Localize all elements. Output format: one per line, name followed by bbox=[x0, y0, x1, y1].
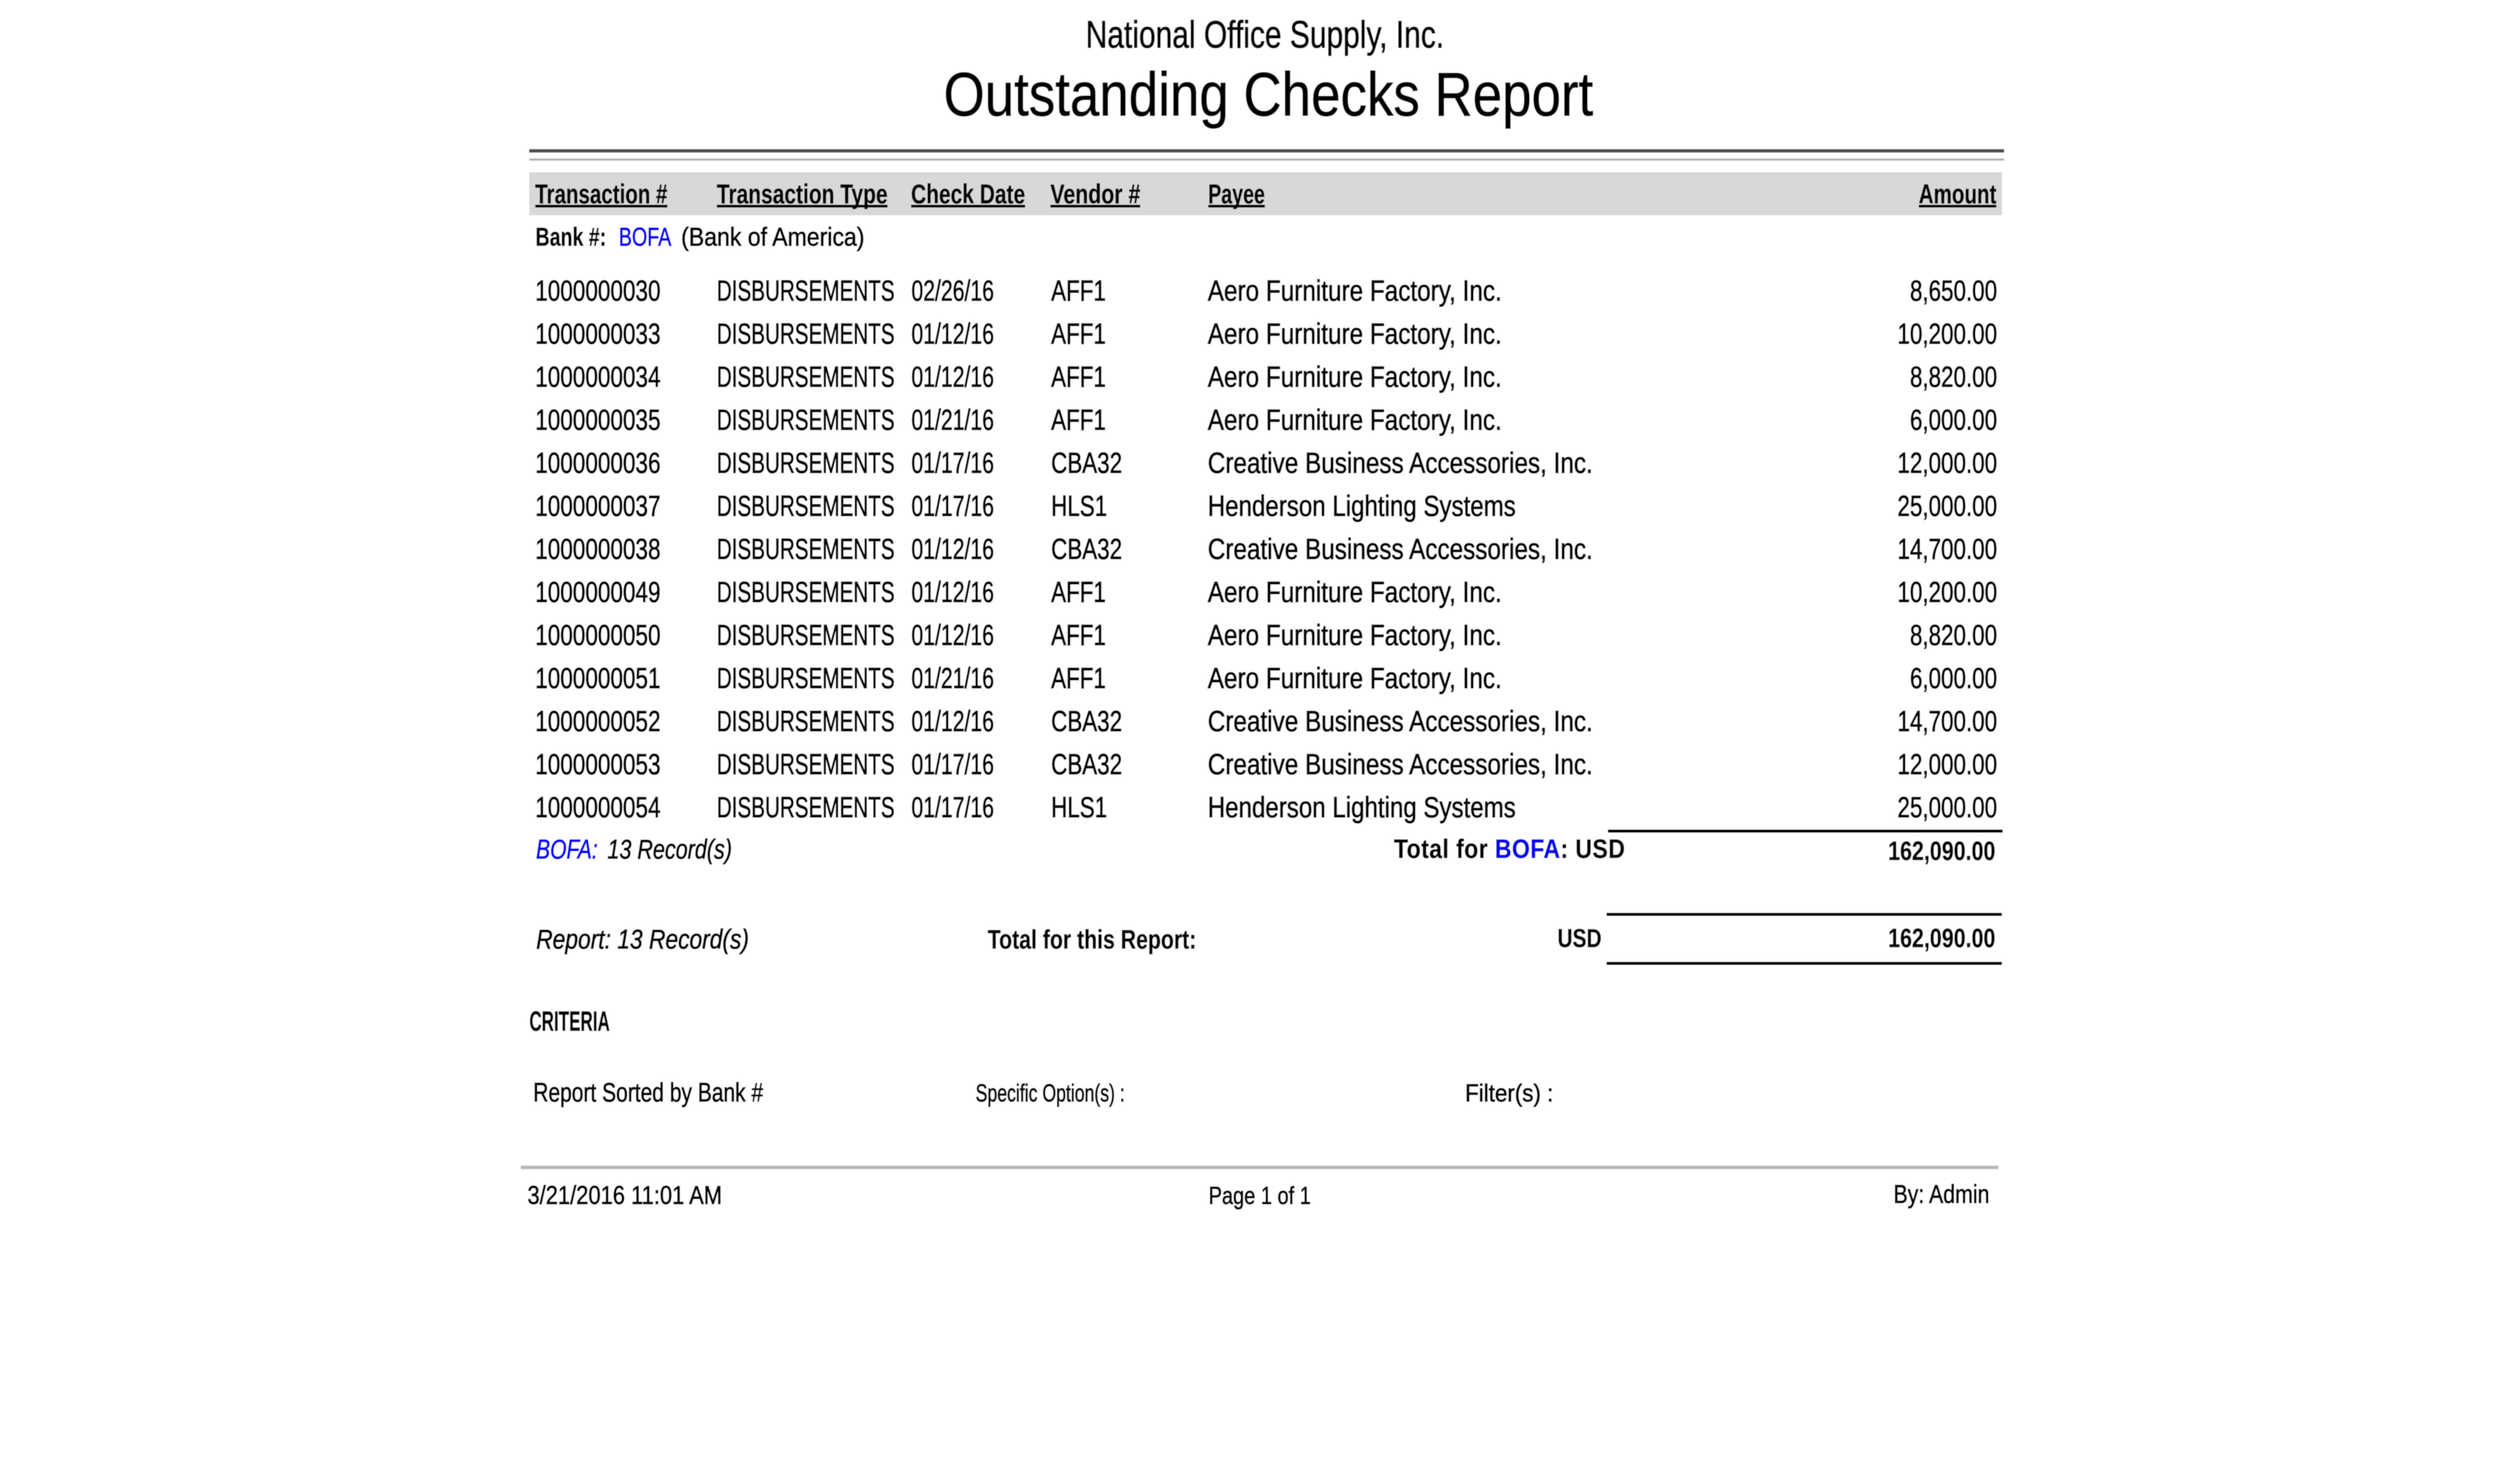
svg-text:AFF1: AFF1 bbox=[1051, 662, 1106, 694]
svg-text:DISBURSEMENTS: DISBURSEMENTS bbox=[717, 662, 895, 694]
svg-text:Aero Furniture Factory, Inc.: Aero Furniture Factory, Inc. bbox=[1208, 360, 1502, 393]
svg-text:13 Record(s): 13 Record(s) bbox=[608, 834, 732, 864]
svg-text:1000000033: 1000000033 bbox=[536, 317, 661, 350]
svg-text:CBA32: CBA32 bbox=[1051, 748, 1122, 780]
svg-text:Filter(s) :: Filter(s) : bbox=[1465, 1079, 1553, 1107]
svg-text:8,650.00: 8,650.00 bbox=[1910, 274, 1997, 307]
svg-text:1000000038: 1000000038 bbox=[536, 532, 661, 565]
svg-text:Aero Furniture Factory, Inc.: Aero Furniture Factory, Inc. bbox=[1208, 662, 1502, 694]
svg-text:01/12/16: 01/12/16 bbox=[911, 360, 994, 393]
svg-text:1000000051: 1000000051 bbox=[536, 662, 661, 694]
svg-text:01/12/16: 01/12/16 bbox=[911, 532, 994, 565]
svg-text:25,000.00: 25,000.00 bbox=[1898, 489, 1997, 522]
svg-text:1000000030: 1000000030 bbox=[536, 274, 661, 307]
svg-text:6,000.00: 6,000.00 bbox=[1910, 403, 1997, 436]
svg-text:1000000053: 1000000053 bbox=[536, 748, 661, 780]
svg-text:DISBURSEMENTS: DISBURSEMENTS bbox=[717, 704, 895, 737]
svg-text:Outstanding Checks Report: Outstanding Checks Report bbox=[944, 61, 1593, 129]
svg-text:DISBURSEMENTS: DISBURSEMENTS bbox=[717, 403, 895, 436]
svg-text:1000000037: 1000000037 bbox=[536, 489, 661, 522]
svg-text:DISBURSEMENTS: DISBURSEMENTS bbox=[717, 489, 895, 522]
svg-text:1000000052: 1000000052 bbox=[536, 704, 661, 737]
svg-text:DISBURSEMENTS: DISBURSEMENTS bbox=[717, 575, 895, 608]
svg-text:Specific Option(s) :: Specific Option(s) : bbox=[976, 1079, 1125, 1107]
svg-text:01/17/16: 01/17/16 bbox=[911, 790, 994, 823]
svg-text:Aero Furniture Factory, Inc.: Aero Furniture Factory, Inc. bbox=[1208, 274, 1502, 307]
svg-text:Aero Furniture Factory, Inc.: Aero Furniture Factory, Inc. bbox=[1208, 317, 1502, 350]
svg-text:14,700.00: 14,700.00 bbox=[1898, 704, 1997, 737]
svg-text:Aero Furniture Factory, Inc.: Aero Furniture Factory, Inc. bbox=[1208, 618, 1502, 651]
svg-text:6,000.00: 6,000.00 bbox=[1910, 662, 1997, 694]
svg-text:Aero Furniture Factory, Inc.: Aero Furniture Factory, Inc. bbox=[1208, 403, 1502, 436]
svg-text:CRITERIA: CRITERIA bbox=[529, 1007, 610, 1037]
svg-text:AFF1: AFF1 bbox=[1051, 274, 1106, 307]
svg-text:DISBURSEMENTS: DISBURSEMENTS bbox=[717, 748, 895, 780]
svg-text:HLS1: HLS1 bbox=[1051, 489, 1107, 522]
svg-text:AFF1: AFF1 bbox=[1051, 317, 1106, 350]
svg-text:162,090.00: 162,090.00 bbox=[1888, 924, 1995, 953]
svg-text:Henderson Lighting Systems: Henderson Lighting Systems bbox=[1208, 790, 1516, 823]
svg-text:DISBURSEMENTS: DISBURSEMENTS bbox=[717, 360, 895, 393]
svg-text:(Bank of America): (Bank of America) bbox=[681, 223, 864, 252]
svg-text:Total for this Report:: Total for this Report: bbox=[988, 925, 1196, 955]
svg-text:01/17/16: 01/17/16 bbox=[911, 489, 994, 522]
svg-text:BOFA:: BOFA: bbox=[536, 834, 598, 864]
svg-text:02/26/16: 02/26/16 bbox=[911, 274, 994, 307]
svg-text:01/21/16: 01/21/16 bbox=[911, 403, 994, 436]
svg-text:Report: 13 Record(s): Report: 13 Record(s) bbox=[536, 925, 749, 955]
svg-text:DISBURSEMENTS: DISBURSEMENTS bbox=[717, 532, 895, 565]
svg-text:1000000049: 1000000049 bbox=[536, 575, 661, 608]
svg-text:1000000036: 1000000036 bbox=[536, 446, 661, 479]
svg-text:Report Sorted by Bank #: Report Sorted by Bank # bbox=[533, 1078, 763, 1107]
svg-text:By: Admin: By: Admin bbox=[1893, 1180, 1989, 1210]
svg-text:Creative Business Accessories,: Creative Business Accessories, Inc. bbox=[1208, 446, 1592, 479]
svg-text:01/12/16: 01/12/16 bbox=[911, 704, 994, 737]
svg-text:162,090.00: 162,090.00 bbox=[1888, 836, 1995, 866]
svg-text:Creative Business Accessories,: Creative Business Accessories, Inc. bbox=[1208, 748, 1592, 780]
svg-text:01/12/16: 01/12/16 bbox=[911, 317, 994, 350]
svg-text:HLS1: HLS1 bbox=[1051, 790, 1107, 823]
svg-text:Aero Furniture Factory, Inc.: Aero Furniture Factory, Inc. bbox=[1208, 575, 1502, 608]
svg-text:DISBURSEMENTS: DISBURSEMENTS bbox=[717, 790, 895, 823]
svg-text:12,000.00: 12,000.00 bbox=[1898, 748, 1997, 780]
svg-text:Henderson Lighting Systems: Henderson Lighting Systems bbox=[1208, 489, 1516, 522]
svg-text:Bank #:: Bank #: bbox=[536, 223, 606, 252]
svg-text:DISBURSEMENTS: DISBURSEMENTS bbox=[717, 274, 895, 307]
svg-text:AFF1: AFF1 bbox=[1051, 618, 1106, 651]
svg-text:AFF1: AFF1 bbox=[1051, 403, 1106, 436]
svg-text:DISBURSEMENTS: DISBURSEMENTS bbox=[717, 446, 895, 479]
svg-text:Creative Business Accessories,: Creative Business Accessories, Inc. bbox=[1208, 532, 1592, 565]
svg-text:AFF1: AFF1 bbox=[1051, 360, 1106, 393]
svg-text:01/12/16: 01/12/16 bbox=[911, 618, 994, 651]
svg-text:1000000034: 1000000034 bbox=[536, 360, 661, 393]
svg-text:National Office Supply, Inc.: National Office Supply, Inc. bbox=[1086, 14, 1444, 56]
svg-text:3/21/2016 11:01 AM: 3/21/2016 11:01 AM bbox=[528, 1181, 722, 1210]
svg-text:10,200.00: 10,200.00 bbox=[1898, 575, 1997, 608]
svg-text:25,000.00: 25,000.00 bbox=[1898, 790, 1997, 823]
svg-text:10,200.00: 10,200.00 bbox=[1898, 317, 1997, 350]
svg-text:AFF1: AFF1 bbox=[1051, 575, 1106, 608]
svg-text:01/17/16: 01/17/16 bbox=[911, 748, 994, 780]
svg-text:14,700.00: 14,700.00 bbox=[1898, 532, 1997, 565]
svg-text:01/12/16: 01/12/16 bbox=[911, 575, 994, 608]
svg-text:8,820.00: 8,820.00 bbox=[1910, 618, 1997, 651]
svg-text:Creative Business Accessories,: Creative Business Accessories, Inc. bbox=[1208, 704, 1592, 737]
svg-text:BOFA: BOFA bbox=[619, 223, 671, 252]
svg-text:01/21/16: 01/21/16 bbox=[911, 662, 994, 694]
svg-text:1000000035: 1000000035 bbox=[536, 403, 661, 436]
svg-text:CBA32: CBA32 bbox=[1051, 532, 1122, 565]
svg-text:01/17/16: 01/17/16 bbox=[911, 446, 994, 479]
svg-text:1000000054: 1000000054 bbox=[536, 790, 661, 823]
svg-text:DISBURSEMENTS: DISBURSEMENTS bbox=[717, 618, 895, 651]
svg-text:Page 1 of 1: Page 1 of 1 bbox=[1209, 1182, 1311, 1210]
svg-text:8,820.00: 8,820.00 bbox=[1910, 360, 1997, 393]
svg-text:1000000050: 1000000050 bbox=[536, 618, 661, 651]
svg-text:12,000.00: 12,000.00 bbox=[1898, 446, 1997, 479]
svg-text:DISBURSEMENTS: DISBURSEMENTS bbox=[717, 317, 895, 350]
svg-text:CBA32: CBA32 bbox=[1051, 446, 1122, 479]
svg-text:Total for BOFA: USD: Total for BOFA: USD bbox=[1394, 834, 1625, 864]
svg-text:USD: USD bbox=[1558, 924, 1602, 953]
svg-text:CBA32: CBA32 bbox=[1051, 704, 1122, 737]
